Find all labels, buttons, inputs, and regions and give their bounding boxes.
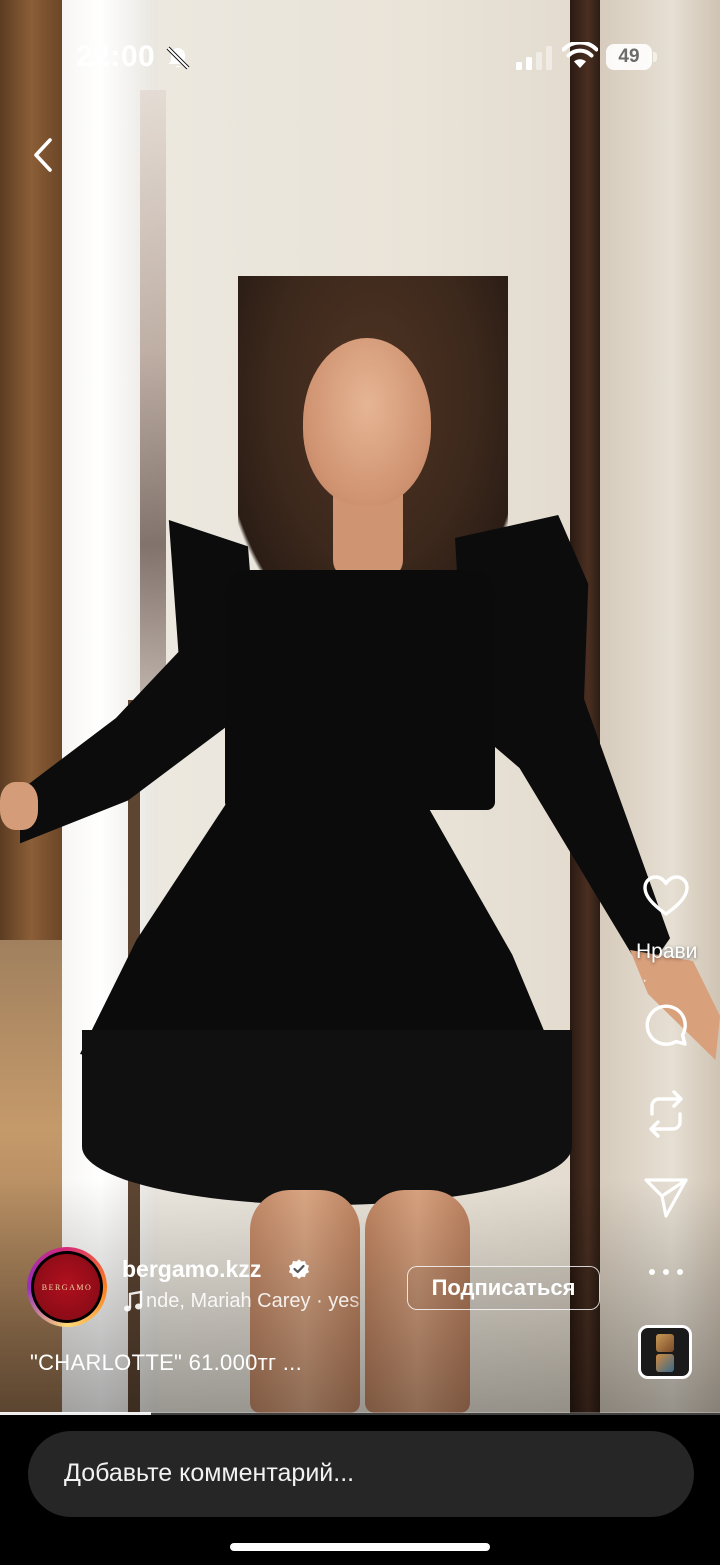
avatar[interactable]: BERGAMO (27, 1247, 107, 1327)
like-label: Нрави (636, 940, 698, 963)
dress-skirt-lower (82, 1030, 572, 1205)
comment-bar: Добавьте комментарий... (0, 1415, 720, 1565)
chevron-left-icon (34, 138, 52, 172)
battery-tip (653, 52, 657, 62)
share-button[interactable] (630, 1168, 700, 1224)
heart-icon (643, 875, 689, 916)
status-bar: 22:00 49 (0, 0, 720, 110)
avatar-logo-text: BERGAMO (41, 1282, 93, 1292)
username-link[interactable]: bergamo.kzz (122, 1256, 261, 1283)
dress-bodice (225, 570, 495, 810)
audio-thumb-bottom (656, 1354, 674, 1372)
marble-pillar (140, 90, 166, 740)
comment-placeholder: Добавьте комментарий... (64, 1459, 355, 1487)
more-icon (649, 1269, 683, 1275)
repost-icon (649, 1090, 683, 1138)
like-count: · (642, 972, 648, 989)
avatar-logo: BERGAMO (34, 1254, 100, 1320)
post-caption[interactable]: "CHARLOTTE" 61.000тг ... (30, 1350, 302, 1376)
audio-thumb-top (656, 1334, 674, 1352)
audio-thumbnail-button[interactable] (638, 1325, 692, 1379)
comment-icon (645, 1004, 687, 1046)
model-hand-left (0, 782, 38, 830)
model-face (303, 338, 431, 506)
music-note-icon (124, 1290, 143, 1312)
reel-video[interactable] (0, 0, 720, 1413)
status-time: 22:00 (76, 40, 156, 73)
back-button[interactable] (22, 130, 66, 182)
wifi-icon (562, 42, 598, 68)
verified-badge-icon (289, 1259, 309, 1279)
like-button[interactable] (630, 868, 700, 924)
comment-button[interactable] (630, 996, 700, 1052)
comment-input[interactable]: Добавьте комментарий... (28, 1431, 694, 1517)
battery-level: 49 (618, 46, 640, 67)
bell-slash-icon (166, 46, 190, 70)
battery-icon: 49 (606, 44, 657, 70)
send-icon (644, 1178, 688, 1218)
more-options-button[interactable] (630, 1254, 700, 1310)
follow-button[interactable]: Подписаться (407, 1266, 600, 1310)
audio-track-link[interactable]: nde, Mariah Carey · yes (146, 1290, 382, 1313)
signal-icon (516, 46, 552, 70)
avatar-ring: BERGAMO (31, 1251, 103, 1323)
repost-button[interactable] (630, 1082, 700, 1138)
home-indicator[interactable] (230, 1543, 490, 1551)
